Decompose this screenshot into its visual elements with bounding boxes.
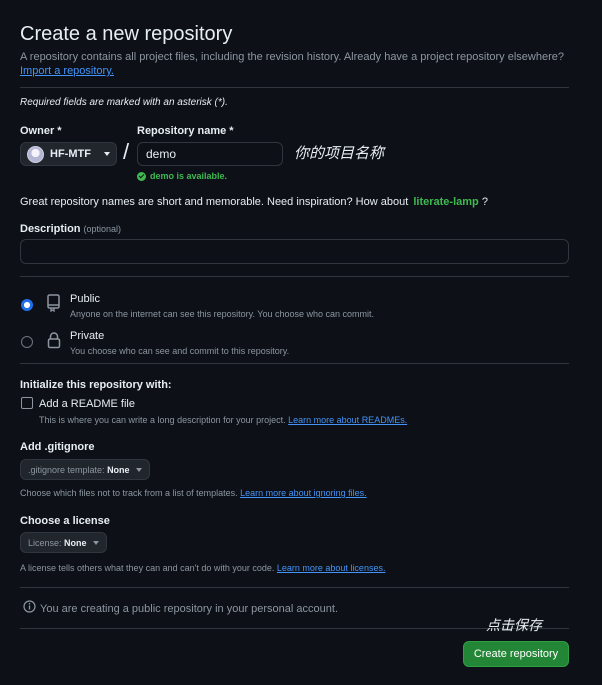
info-icon	[23, 600, 36, 617]
description-input[interactable]	[20, 239, 569, 264]
optional-tag: (optional)	[83, 224, 122, 234]
chevron-down-icon	[104, 152, 110, 156]
save-annotation: 点击保存	[486, 617, 542, 633]
visibility-info: You are creating a public repository in …	[23, 600, 338, 617]
license-title: Choose a license	[20, 515, 110, 527]
license-note: A license tells others what they can and…	[20, 562, 385, 574]
create-repository-page: Create a new repository A repository con…	[0, 0, 602, 685]
owner-name: HF-MTF	[50, 148, 91, 160]
gitignore-title: Add .gitignore	[20, 441, 95, 453]
readme-learn-more-link[interactable]: Learn more about READMEs.	[288, 415, 407, 425]
gitignore-template-select[interactable]: .gitignore template: None	[20, 459, 150, 480]
suggested-name-link[interactable]: literate-lamp	[413, 196, 478, 208]
availability-text: demo is available.	[150, 171, 228, 181]
lock-icon	[46, 331, 62, 354]
gitignore-learn-more-link[interactable]: Learn more about ignoring files.	[240, 488, 367, 498]
owner-select[interactable]: HF-MTF	[20, 142, 117, 166]
gitignore-note-text: Choose which files not to track from a l…	[20, 488, 238, 498]
readme-label[interactable]: Add a README file	[39, 397, 135, 411]
readme-note-text: This is where you can write a long descr…	[39, 415, 286, 425]
repository-name-label: Repository name *	[137, 125, 234, 137]
create-repository-button[interactable]: Create repository	[463, 641, 569, 667]
gitignore-note: Choose which files not to track from a l…	[20, 487, 367, 499]
private-description: You choose who can see and commit to thi…	[70, 346, 290, 356]
private-title: Private	[70, 330, 105, 342]
public-description: Anyone on the internet can see this repo…	[70, 309, 375, 319]
subtitle-text: A repository contains all project files,…	[20, 51, 564, 63]
license-select-label: License: None	[28, 537, 87, 548]
repository-name-input[interactable]	[137, 142, 283, 166]
gitignore-select-label: .gitignore template: None	[28, 464, 130, 475]
description-label: Description (optional)	[20, 222, 121, 236]
initialize-title: Initialize this repository with:	[20, 379, 172, 391]
license-learn-more-link[interactable]: Learn more about licenses.	[277, 563, 386, 573]
license-note-text: A license tells others what they can and…	[20, 563, 275, 573]
page-title: Create a new repository	[20, 23, 233, 45]
page-subtitle: A repository contains all project files,…	[20, 50, 580, 78]
inspiration-text: Great repository names are short and mem…	[20, 196, 409, 208]
owner-label: Owner *	[20, 125, 62, 137]
inspiration-end: ?	[481, 196, 488, 208]
public-radio[interactable]	[21, 299, 33, 311]
repository-name-annotation: 你的项目名称	[294, 145, 385, 162]
required-fields-note: Required fields are marked with an aster…	[20, 97, 228, 108]
chevron-down-icon	[92, 540, 99, 545]
divider	[20, 587, 569, 588]
license-select[interactable]: License: None	[20, 532, 107, 553]
info-text: You are creating a public repository in …	[40, 602, 338, 615]
divider	[20, 276, 569, 277]
repo-icon	[46, 294, 62, 317]
readme-checkbox[interactable]	[21, 397, 33, 409]
public-title: Public	[70, 293, 100, 305]
check-circle-icon	[137, 171, 146, 181]
availability-message: demo is available.	[137, 170, 227, 182]
avatar	[27, 145, 44, 163]
divider	[20, 87, 569, 88]
chevron-down-icon	[135, 467, 142, 472]
readme-note: This is where you can write a long descr…	[39, 414, 407, 426]
divider	[20, 363, 569, 364]
name-inspiration: Great repository names are short and mem…	[20, 195, 488, 209]
owner-repo-separator: /	[123, 139, 130, 164]
description-label-text: Description	[20, 223, 81, 235]
import-repository-link[interactable]: Import a repository.	[20, 65, 114, 77]
private-radio[interactable]	[21, 336, 33, 348]
